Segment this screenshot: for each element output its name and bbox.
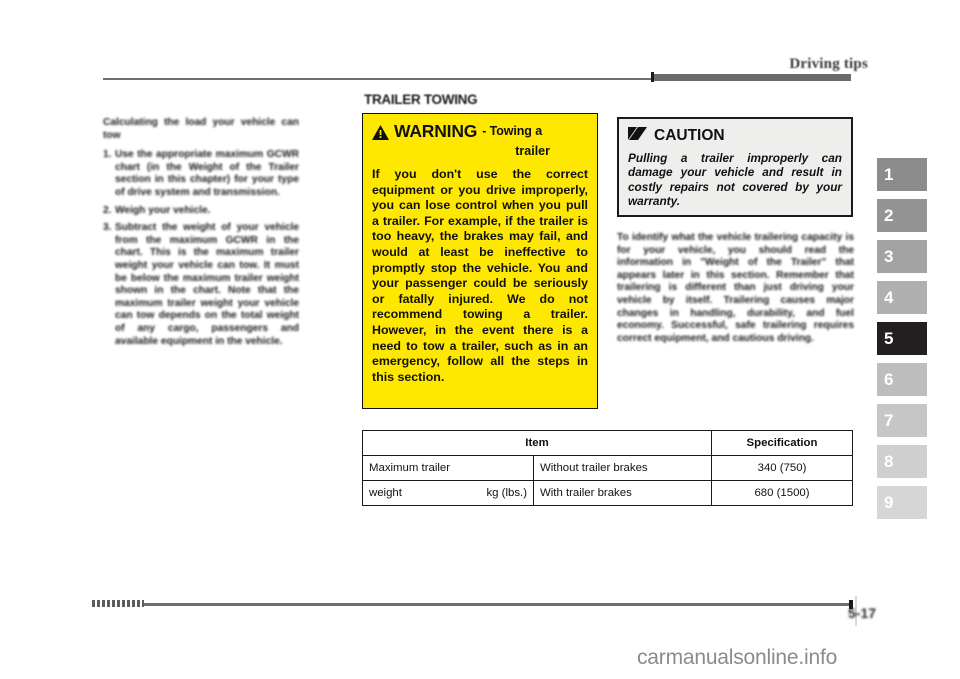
page-number: 5-17 [848,605,877,621]
footer-rule [103,603,851,606]
header-rule-cap [651,72,654,82]
chapter-tab-7[interactable]: 7 [877,404,927,437]
table-cell-item: weight kg (lbs.) [362,480,534,506]
page-header-title: Driving tips [789,56,868,72]
table-cell-item-unit: kg (lbs.) [486,487,527,499]
table-cell-specification: 340 (750) [711,455,853,481]
left-list-item: 2. Weigh your vehicle. [103,205,299,218]
caution-body-paragraph: Pulling a trailer improperly can damage … [628,151,842,209]
section-title: TRAILER TOWING [364,92,478,107]
manual-page: Driving tips 1 2 3 4 5 6 7 8 9 Calculating the l… [0,0,960,679]
left-list-item: 3. Subtract the weight of your vehicle fr… [103,222,299,348]
chapter-tab-3[interactable]: 3 [877,240,927,273]
table-cell-item-main: weight [369,487,402,499]
table-head: Item Specification [362,430,853,456]
table-header-item: Item [362,430,712,456]
table-body: Maximum trailer Without trailer brakes 340… [362,455,853,506]
header-rule-accent [651,74,851,81]
warning-callout-box: WARNING - Towing a trailer If you don't … [362,113,598,409]
chapter-tab-5[interactable]: 5 [877,322,927,355]
footer-dot-decoration [92,600,144,607]
list-item-text: Weigh your vehicle. [115,204,211,216]
left-column-heading: Calculating the load your vehicle can to… [103,117,299,141]
list-item-text: Subtract the weight of your vehicle from… [115,222,299,347]
caution-body-text: Pulling a trailer improperly can damage … [628,151,842,209]
table-cell-item-sub: With trailer brakes [533,480,712,506]
table-row: Maximum trailer Without trailer brakes 340… [362,455,853,481]
left-list-item: 1. Use the appropriate maximum GCWR chart… [103,149,299,199]
table-cell-item-sub: Without trailer brakes [533,455,712,481]
chapter-tab-4[interactable]: 4 [877,281,927,314]
site-watermark: carmanualsonline.info [637,646,838,669]
warning-body-paragraph: If you don't use the correct equipment o… [372,167,588,384]
right-text-column: To identify what the vehicle trailering … [617,232,854,345]
chapter-tab-6[interactable]: 6 [877,363,927,396]
warning-body-text: If you don't use the correct equipment o… [372,167,588,385]
warning-header: WARNING - Towing a [372,122,588,145]
list-item-number: 3. [103,222,112,234]
caution-slash-icon [628,126,648,146]
chapter-tab-8[interactable]: 8 [877,445,927,478]
warning-subtitle-line1: - Towing a [482,124,543,138]
chapter-tab-2[interactable]: 2 [877,199,927,232]
table-cell-item-main: Maximum trailer [369,462,451,474]
right-column-paragraph: To identify what the vehicle trailering … [617,232,854,344]
warning-triangle-icon [372,125,389,145]
warning-subtitle-line2: trailer [515,144,550,158]
specification-table: Item Specification Maximum trailer Withou… [362,430,853,506]
table-header-row: Item Specification [362,430,853,456]
table-row: weight kg (lbs.) With trailer brakes 680 (1… [362,480,853,506]
caution-callout-box: CAUTION Pulling a trailer improperly can… [617,117,853,217]
left-text-column: Calculating the load your vehicle can to… [103,117,299,353]
table-cell-item: Maximum trailer [362,455,534,481]
left-column-numbered-list: 1. Use the appropriate maximum GCWR chart… [103,149,299,348]
chapter-tab-9[interactable]: 9 [877,486,927,519]
warning-word: WARNING [394,121,478,141]
caution-header: CAUTION [628,126,842,146]
chapter-tab-1[interactable]: 1 [877,158,927,191]
table-cell-specification: 680 (1500) [711,480,853,506]
chapter-tab-sidebar: 1 2 3 4 5 6 7 8 9 [877,158,927,527]
list-item-text: Use the appropriate maximum GCWR chart (… [115,149,299,198]
table-header-specification: Specification [711,430,853,456]
list-item-number: 2. [103,204,112,216]
caution-word: CAUTION [654,127,725,144]
list-item-number: 1. [103,149,112,161]
